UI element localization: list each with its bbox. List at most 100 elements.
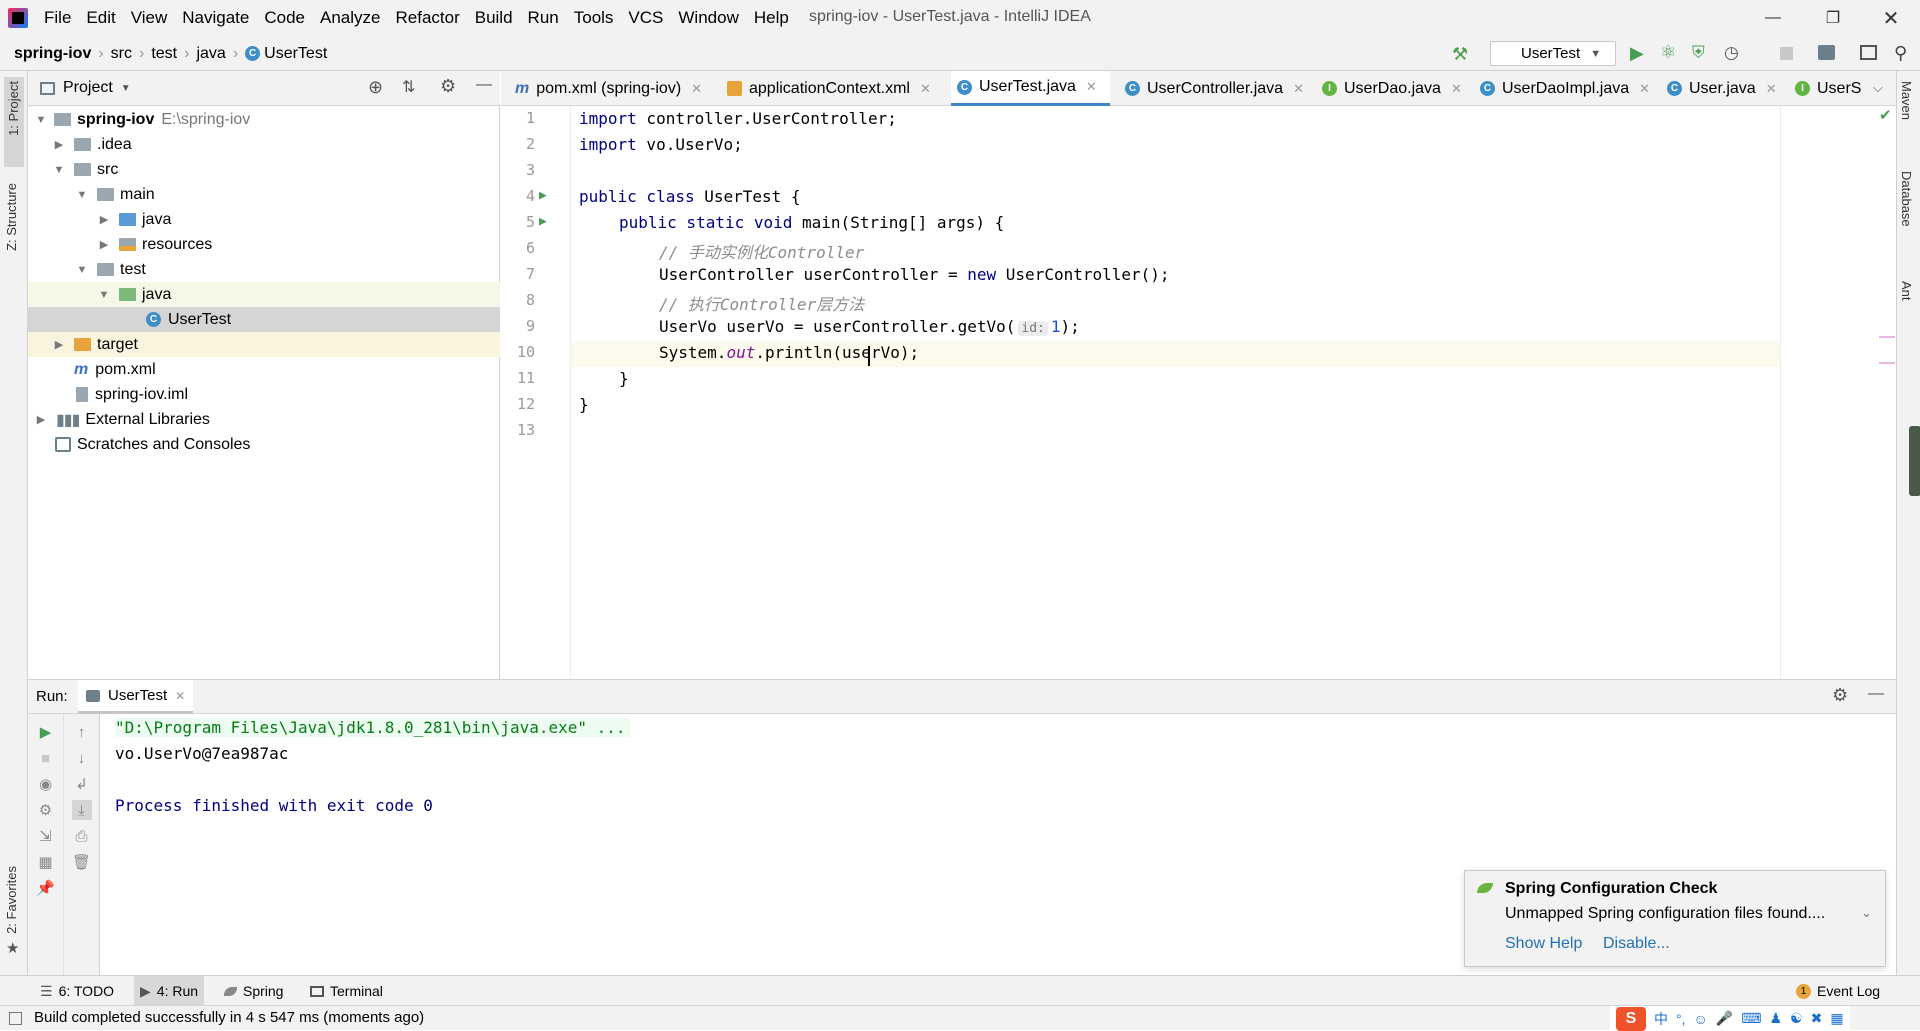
down-arrow-icon[interactable]: ↓: [72, 748, 92, 768]
close-icon[interactable]: ✕: [1451, 81, 1462, 97]
event-log-button[interactable]: 1 Event Log: [1790, 976, 1886, 1006]
menu-window[interactable]: Window: [678, 8, 738, 28]
menu-view[interactable]: View: [131, 8, 168, 28]
ime-punctuation-icon[interactable]: °,: [1676, 1011, 1686, 1027]
close-icon[interactable]: ✕: [920, 81, 931, 97]
run-gutter-icon[interactable]: ▶: [539, 214, 547, 229]
tree-node-usertest[interactable]: C UserTest: [28, 307, 500, 332]
tab-applicationcontext[interactable]: applicationContext.xml ✕: [721, 71, 937, 106]
tab-pom[interactable]: m pom.xml (spring-iov) ✕: [509, 71, 708, 106]
chevron-down-icon[interactable]: ⌄: [1861, 905, 1872, 921]
profile-button[interactable]: ◷: [1724, 43, 1739, 63]
tree-node-root[interactable]: ▼ spring-iov E:\spring-iov: [28, 107, 500, 132]
error-stripe-mark[interactable]: [1879, 362, 1895, 364]
gear-icon[interactable]: ⚙: [1832, 685, 1848, 706]
database-toolwindow-button[interactable]: Database: [1899, 171, 1914, 227]
tab-usercontroller[interactable]: C UserController.java ✕: [1119, 71, 1310, 106]
menu-vcs[interactable]: VCS: [628, 8, 663, 28]
tree-node-src[interactable]: ▼ src: [28, 157, 500, 182]
tree-node-test-java[interactable]: ▼ java: [28, 282, 500, 307]
hide-icon[interactable]: —: [1868, 685, 1884, 703]
maven-toolwindow-button[interactable]: Maven: [1899, 81, 1914, 120]
close-icon[interactable]: ✕: [175, 689, 185, 703]
ime-menu-icon[interactable]: ▦: [1830, 1010, 1843, 1027]
menu-refactor[interactable]: Refactor: [395, 8, 459, 28]
code-editor[interactable]: import controller.UserController; import…: [571, 106, 1780, 679]
run-config-selector[interactable]: UserTest ▼: [1490, 41, 1616, 66]
run-tab-usertest[interactable]: UserTest ✕: [78, 680, 194, 714]
crumb-project[interactable]: spring-iov: [14, 45, 91, 63]
crumb-usertest[interactable]: UserTest: [264, 45, 327, 63]
tree-node-main-java[interactable]: ▶ java: [28, 207, 500, 232]
tree-node-external-libraries[interactable]: ▶ ▮▮▮ External Libraries: [28, 407, 500, 432]
show-help-link[interactable]: Show Help: [1505, 935, 1582, 953]
rerun-button[interactable]: ▶: [36, 722, 56, 742]
project-toolwindow-button[interactable]: 1: Project: [4, 77, 24, 167]
crumb-test[interactable]: test: [151, 45, 177, 63]
ime-user-icon[interactable]: ♟: [1769, 1010, 1782, 1027]
status-toggle-icon[interactable]: [9, 1012, 22, 1025]
chevron-down-icon[interactable]: ⌵: [1873, 80, 1883, 96]
tab-userdao[interactable]: I UserDao.java ✕: [1316, 71, 1468, 106]
close-icon[interactable]: ✕: [1766, 81, 1777, 97]
menu-tools[interactable]: Tools: [574, 8, 614, 28]
tree-node-idea[interactable]: ▶ .idea: [28, 132, 500, 157]
ime-chinese-mode-icon[interactable]: 中: [1654, 1009, 1668, 1029]
settings-icon[interactable]: ⚙: [36, 800, 56, 820]
scroll-to-end-icon[interactable]: ⤓: [71, 800, 92, 820]
close-icon[interactable]: ✕: [691, 81, 702, 97]
editor-scroll-area[interactable]: ✔: [1780, 106, 1896, 679]
menu-run[interactable]: Run: [528, 8, 559, 28]
exit-icon[interactable]: ⇲: [36, 826, 56, 846]
terminal-toolwindow-button[interactable]: Terminal: [304, 976, 389, 1006]
run-toolwindow-button[interactable]: ▶ 4: Run: [134, 976, 205, 1006]
menu-edit[interactable]: Edit: [86, 8, 115, 28]
layout-icon[interactable]: ▦: [36, 852, 56, 872]
tree-node-scratches[interactable]: Scratches and Consoles: [28, 432, 500, 457]
menu-help[interactable]: Help: [754, 8, 789, 28]
tab-userdaoimpl[interactable]: C UserDaoImpl.java ✕: [1474, 71, 1656, 106]
close-icon[interactable]: ✕: [1086, 79, 1097, 95]
error-stripe-mark[interactable]: [1879, 336, 1895, 338]
menu-code[interactable]: Code: [264, 8, 305, 28]
ime-keyboard-icon[interactable]: ⌨: [1741, 1010, 1761, 1027]
tab-usertest[interactable]: C UserTest.java ✕: [951, 71, 1110, 106]
run-button[interactable]: ▶: [1630, 43, 1644, 64]
ant-toolwindow-button[interactable]: Ant: [1899, 281, 1914, 301]
build-hammer-icon[interactable]: ⚒: [1452, 44, 1468, 65]
search-icon[interactable]: ⚲: [1894, 43, 1907, 64]
intellij-logo-icon[interactable]: [8, 8, 28, 28]
tree-node-iml[interactable]: spring-iov.iml: [28, 382, 500, 407]
menu-analyze[interactable]: Analyze: [320, 8, 380, 28]
ime-emoji-icon[interactable]: ☺: [1694, 1011, 1708, 1027]
close-window-button[interactable]: ✕: [1868, 0, 1914, 36]
tree-node-target[interactable]: ▶ target: [28, 332, 500, 357]
todo-toolwindow-button[interactable]: ☰ 6: TODO: [34, 976, 120, 1006]
run-gutter-icon[interactable]: ▶: [539, 188, 547, 203]
hide-icon[interactable]: —: [476, 76, 492, 94]
pin-icon[interactable]: 📌: [36, 878, 56, 898]
tree-node-test[interactable]: ▼ test: [28, 257, 500, 282]
tab-user[interactable]: C User.java ✕: [1661, 71, 1783, 106]
debug-button[interactable]: ⚛: [1660, 42, 1676, 63]
dump-threads-icon[interactable]: ◉: [36, 774, 56, 794]
ime-skin-icon[interactable]: ☯: [1790, 1010, 1803, 1027]
up-arrow-icon[interactable]: ↑: [72, 722, 92, 742]
locate-icon[interactable]: ⊕: [368, 77, 383, 98]
menu-build[interactable]: Build: [475, 8, 513, 28]
crumb-src[interactable]: src: [111, 45, 132, 63]
coverage-button[interactable]: ⛨: [1692, 43, 1705, 63]
soft-wrap-icon[interactable]: ↲: [72, 774, 92, 794]
crumb-java[interactable]: java: [196, 45, 225, 63]
menu-file[interactable]: File: [44, 8, 71, 28]
print-icon[interactable]: ⎙: [72, 826, 92, 846]
status-message[interactable]: Build completed successfully in 4 s 547 …: [34, 1009, 424, 1026]
stop-button[interactable]: ■: [36, 748, 56, 768]
ime-voice-icon[interactable]: 🎤: [1716, 1010, 1733, 1027]
tree-node-main[interactable]: ▼ main: [28, 182, 500, 207]
close-icon[interactable]: ✕: [1639, 81, 1650, 97]
disable-link[interactable]: Disable...: [1603, 935, 1670, 953]
sogou-logo-icon[interactable]: S: [1616, 1006, 1646, 1031]
chevron-down-icon[interactable]: ▼: [121, 83, 131, 94]
menu-navigate[interactable]: Navigate: [182, 8, 249, 28]
